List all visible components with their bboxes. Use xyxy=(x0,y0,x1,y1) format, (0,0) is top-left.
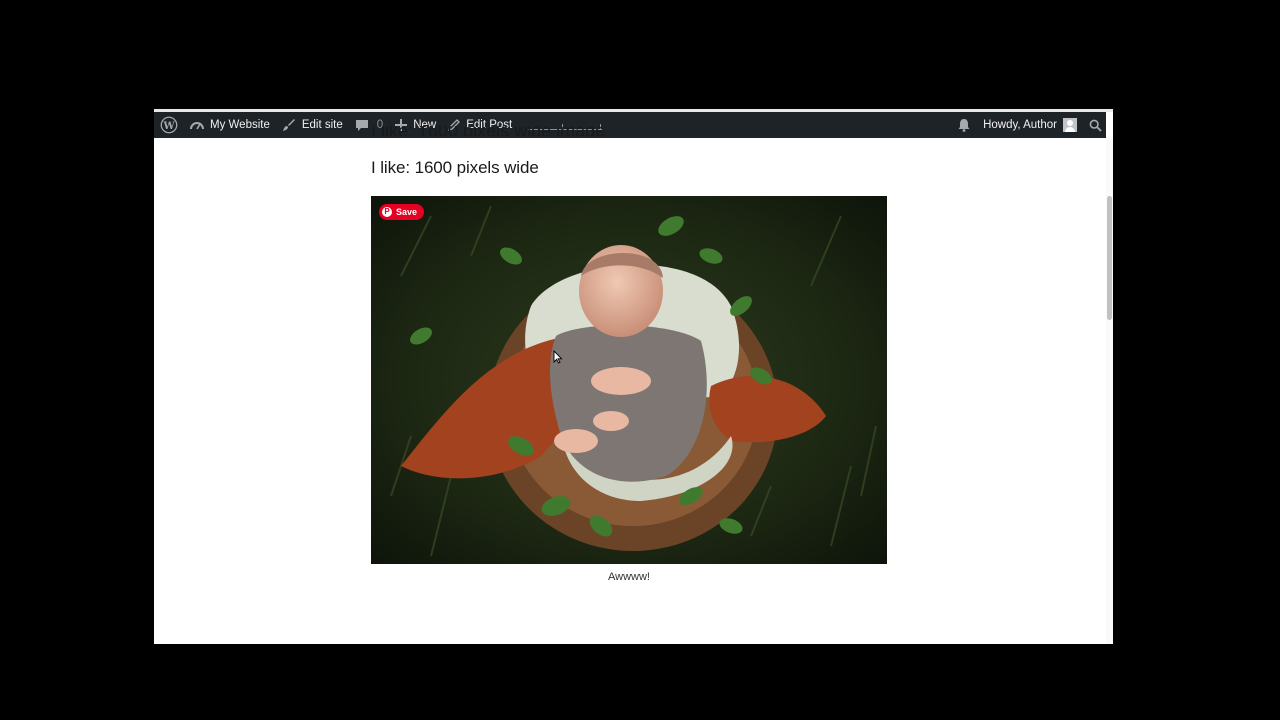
browser-viewport: W My Website Edit site 0 New Edit Post H… xyxy=(154,109,1113,644)
search-icon xyxy=(1089,119,1102,132)
edit-site-link[interactable]: Edit site xyxy=(276,112,349,138)
svg-text:W: W xyxy=(162,121,175,132)
howdy-label: Howdy, Author xyxy=(983,119,1057,131)
avatar xyxy=(1063,118,1077,132)
search-button[interactable] xyxy=(1083,112,1106,138)
wp-admin-bar: W My Website Edit site 0 New Edit Post H… xyxy=(154,112,1106,138)
site-name-link[interactable]: My Website xyxy=(184,112,276,138)
wordpress-logo-icon: W xyxy=(160,116,178,134)
pinterest-icon: P xyxy=(382,207,392,217)
pinterest-save-label: Save xyxy=(396,207,418,217)
pinterest-save-button[interactable]: P Save xyxy=(379,204,425,220)
dashboard-icon xyxy=(190,119,204,131)
brush-icon xyxy=(282,118,296,132)
site-name-label: My Website xyxy=(210,119,270,131)
cut-off-paragraph: I like: 1600 pixels wide image xyxy=(371,126,606,136)
post-image[interactable]: P Save xyxy=(371,196,887,564)
my-account-menu[interactable]: Howdy, Author xyxy=(977,112,1083,138)
post-heading: I like: 1600 pixels wide xyxy=(371,158,539,177)
comment-bubble-icon xyxy=(355,119,369,132)
page-scrollbar[interactable] xyxy=(1106,138,1113,644)
bell-icon xyxy=(957,118,971,132)
scrollbar-thumb[interactable] xyxy=(1107,196,1112,320)
wp-logo-button[interactable]: W xyxy=(154,112,184,138)
notifications-button[interactable] xyxy=(951,112,977,138)
edit-site-label: Edit site xyxy=(301,119,343,131)
image-caption: Awwww! xyxy=(608,571,650,583)
